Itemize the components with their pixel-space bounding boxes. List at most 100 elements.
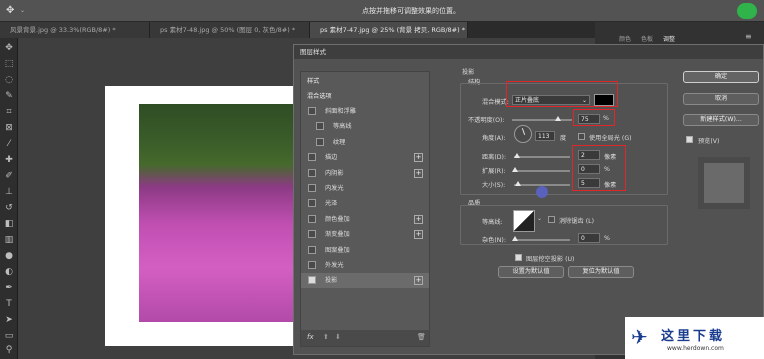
move-down-icon[interactable]: ⬇ [335, 333, 341, 341]
opacity-slider-knob[interactable] [555, 116, 561, 121]
blur-icon[interactable]: ● [3, 250, 15, 262]
path-select-icon[interactable]: ➤ [3, 314, 15, 326]
style-item[interactable]: 外发光 [301, 258, 429, 273]
add-style-icon[interactable]: + [414, 214, 423, 224]
style-checkbox[interactable] [308, 199, 316, 208]
add-style-icon[interactable]: + [414, 153, 423, 163]
size-slider-knob[interactable] [515, 181, 521, 186]
move-icon[interactable]: ✥ [3, 42, 15, 54]
quick-select-icon[interactable]: ✎ [3, 90, 15, 102]
add-style-icon[interactable]: + [414, 168, 423, 178]
highlight-distance-size [572, 145, 626, 191]
noise-slider-knob[interactable] [512, 236, 518, 241]
add-style-icon[interactable]: + [414, 230, 423, 240]
preview-swatch [698, 157, 750, 209]
crop-icon[interactable]: ⌗ [3, 106, 15, 118]
style-checkbox[interactable] [308, 184, 316, 192]
move-tool-icon[interactable]: ✥ [6, 5, 14, 16]
style-item[interactable]: 颜色叠加 + [301, 212, 429, 227]
style-item[interactable]: 光泽 [301, 196, 429, 211]
style-checkbox[interactable] [308, 276, 316, 285]
frame-icon[interactable]: ⊠ [3, 122, 15, 134]
style-checkbox[interactable] [316, 137, 324, 146]
style-item[interactable]: 纹理 [301, 135, 429, 150]
chevron-down-icon[interactable]: ⌄ [20, 7, 25, 14]
style-item[interactable]: 内发光 [301, 181, 429, 196]
global-light-label: 使用全局光 (G) [589, 135, 632, 142]
stamp-icon[interactable]: ⊥ [3, 186, 15, 198]
tab-swatches[interactable]: 色板 [641, 34, 653, 43]
menu-icon[interactable]: ≡ [745, 32, 752, 41]
blend-mode-label: 混合模式: [482, 99, 509, 106]
brand-logo-icon: ✈ [631, 325, 648, 349]
reset-default-button[interactable]: 复位为默认值 [568, 266, 634, 278]
pen-icon[interactable]: ✒ [3, 282, 15, 294]
style-checkbox[interactable] [308, 153, 316, 162]
history-brush-icon[interactable]: ↺ [3, 202, 15, 214]
move-up-icon[interactable]: ⬆ [323, 333, 329, 341]
tab-material-7-47[interactable]: ps 素材7-47.jpg @ 25% (背景 拷贝, RGB/8#) * [310, 22, 468, 38]
noise-input[interactable]: 0 [578, 233, 600, 243]
spread-slider-knob[interactable] [512, 167, 518, 172]
dialog-title: 图层样式 [294, 45, 763, 59]
tab-color[interactable]: 颜色 [619, 34, 631, 43]
type-icon[interactable]: T [3, 298, 15, 310]
style-item[interactable]: 斜面和浮雕 [301, 104, 429, 119]
dodge-icon[interactable]: ◐ [3, 266, 15, 278]
tab-scenery-bg[interactable]: 风景背景.jpg @ 33.3%(RGB/8#) * [0, 22, 150, 38]
gradient-icon[interactable]: ▥ [3, 234, 15, 246]
healing-icon[interactable]: ✚ [3, 154, 15, 166]
style-checkbox[interactable] [308, 245, 316, 254]
noise-label: 杂色(N): [482, 237, 506, 244]
styles-header[interactable]: 样式 [301, 74, 429, 89]
shape-icon[interactable]: ▭ [3, 330, 15, 342]
chevron-down-icon[interactable]: ⌄ [537, 215, 542, 222]
opacity-slider-track[interactable] [512, 119, 572, 121]
style-checkbox[interactable] [308, 261, 316, 269]
add-style-icon[interactable]: + [414, 276, 423, 286]
opacity-label: 不透明度(O): [468, 117, 505, 124]
eraser-icon[interactable]: ◧ [3, 218, 15, 230]
style-item[interactable]: 等高线 [301, 119, 429, 134]
style-checkbox[interactable] [316, 122, 324, 131]
zoom-icon[interactable]: ⚲ [3, 344, 15, 356]
wifi-status-icon [737, 3, 757, 19]
style-item[interactable]: 投影 + [301, 273, 429, 289]
style-checkbox[interactable] [308, 107, 316, 115]
antialias-checkbox[interactable] [548, 216, 555, 223]
styles-footer: fx ⬆ ⬇ 🗑 [301, 330, 429, 346]
ok-button[interactable]: 确定 [683, 71, 759, 83]
style-item[interactable]: 内阴影 + [301, 166, 429, 181]
eyedropper-icon[interactable]: ⁄ [3, 138, 15, 150]
preview-checkbox[interactable] [686, 136, 693, 143]
tab-adjustments[interactable]: 调整 [663, 34, 675, 43]
style-item[interactable]: 描边 + [301, 150, 429, 165]
angle-dial[interactable] [514, 125, 532, 143]
noise-slider-track[interactable] [514, 239, 570, 241]
lasso-icon[interactable]: ◌ [3, 74, 15, 86]
spread-slider-track[interactable] [514, 170, 570, 172]
brand-name: 这里下载 [661, 329, 726, 344]
highlight-blend-mode [506, 81, 618, 107]
blend-options-item[interactable]: 混合选项 [301, 89, 429, 104]
style-checkbox[interactable] [308, 168, 316, 177]
contour-preview[interactable] [513, 210, 535, 232]
knockout-checkbox[interactable] [515, 254, 522, 261]
fx-button[interactable]: fx [307, 333, 314, 341]
style-item[interactable]: 渐变叠加 + [301, 227, 429, 242]
set-default-button[interactable]: 设置为默认值 [498, 266, 564, 278]
tab-material-7-48[interactable]: ps 素材7-48.jpg @ 50% (图层 0, 灰色/8#) * [150, 22, 310, 38]
style-checkbox[interactable] [308, 214, 316, 223]
angle-input[interactable]: 113 [535, 131, 555, 141]
cancel-button[interactable]: 取消 [683, 93, 759, 105]
brush-icon[interactable]: ✐ [3, 170, 15, 182]
new-style-button[interactable]: 新建样式(W)... [683, 114, 759, 126]
style-item[interactable]: 图案叠加 [301, 243, 429, 258]
distance-slider-track[interactable] [514, 156, 570, 158]
trash-icon[interactable]: 🗑 [417, 333, 426, 341]
style-checkbox[interactable] [308, 230, 316, 239]
global-light-checkbox[interactable] [578, 133, 585, 140]
marquee-icon[interactable]: ⬚ [3, 58, 15, 70]
style-label: 外发光 [325, 262, 344, 269]
distance-slider-knob[interactable] [514, 153, 520, 158]
